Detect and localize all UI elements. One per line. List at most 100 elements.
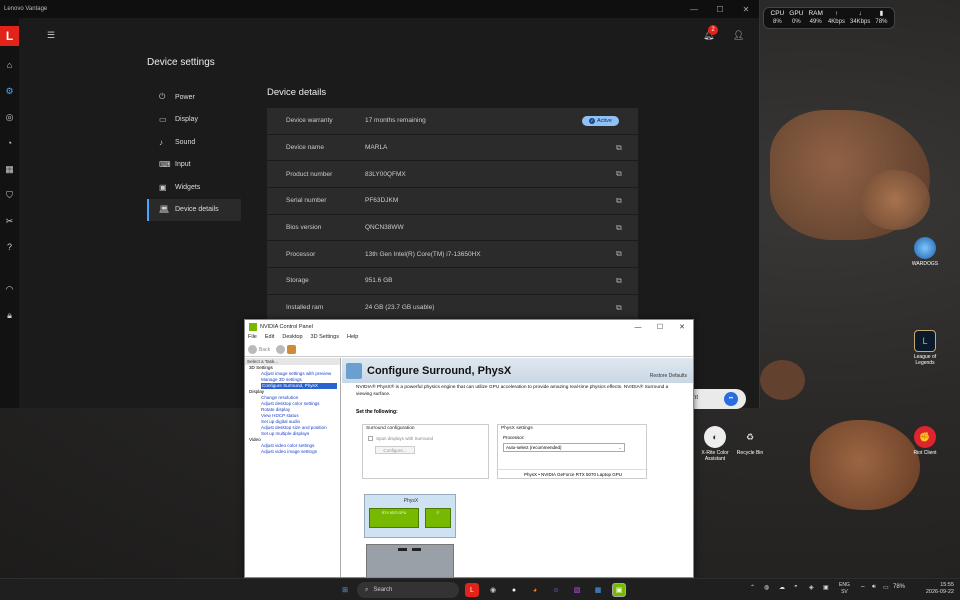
nvidia-taskbar-icon[interactable]: ▣ — [612, 583, 626, 597]
span-displays-checkbox[interactable]: Span displays with Surround — [368, 436, 433, 441]
battery-icon[interactable]: ▭ — [883, 584, 889, 591]
maximize-button[interactable]: ☐ — [649, 323, 671, 331]
security-shield-icon[interactable]: ⛉ — [0, 182, 19, 208]
widget-taskbar-icon[interactable]: ◉ — [486, 583, 500, 597]
detail-value: 24 GB (23.7 GB usable) — [365, 304, 435, 312]
cpu-chip: i7 — [425, 508, 451, 528]
home-icon[interactable] — [287, 345, 297, 354]
nav-item-label: Display — [175, 116, 198, 124]
widgets-icon: ▣ — [159, 182, 167, 192]
nav-item-label: Device details — [175, 206, 219, 214]
color-assistant-icon: ◐ — [704, 426, 726, 448]
desktop-icon-league[interactable]: L League of Legends — [905, 330, 945, 366]
nav-item-display[interactable]: ▭ Display — [147, 109, 241, 132]
app-taskbar-icon[interactable]: ▧ — [570, 583, 584, 597]
tray-icon[interactable]: ◓ — [794, 584, 798, 590]
gauge-icon[interactable]: ◠ — [0, 276, 19, 302]
lock-icon[interactable]: 🔒︎ — [0, 302, 19, 328]
wallpaper-landmass — [760, 360, 805, 400]
minimize-button[interactable]: — — [627, 324, 649, 331]
menu-help[interactable]: Help — [347, 334, 358, 343]
copy-icon[interactable]: ⧉ — [616, 169, 638, 179]
copy-icon[interactable]: ⧉ — [616, 276, 638, 286]
language-indicator[interactable]: ENG SV — [839, 582, 850, 596]
task-tree-header: Select a Task... — [245, 358, 340, 365]
search-icon: ⌕ — [365, 586, 369, 593]
wifi-icon[interactable]: ⌔ — [860, 584, 866, 592]
copy-icon[interactable]: ⧉ — [616, 223, 638, 233]
nav-item-power[interactable]: ⏻ Power — [147, 86, 241, 109]
github-taskbar-icon[interactable]: ● — [507, 583, 521, 597]
copy-icon[interactable]: ⧉ — [616, 249, 638, 259]
help-icon[interactable]: ? — [0, 234, 19, 260]
processor-select[interactable]: Auto-select (recommended) ⌄ — [503, 443, 625, 452]
menu-desktop[interactable]: Desktop — [282, 334, 302, 343]
taskbar-search[interactable]: ⌕ Search — [357, 582, 459, 598]
desktop-icon-wardogs[interactable]: WARDOGS — [905, 237, 945, 267]
tray-icon[interactable]: ▣ — [823, 584, 829, 591]
desktop-icon-riot[interactable]: ✊ Riot Client — [905, 426, 945, 456]
menu-file[interactable]: File — [248, 334, 257, 343]
copy-icon[interactable]: ⧉ — [616, 143, 638, 153]
detail-row: Installed ram 24 GB (23.7 GB usable) ⧉ — [267, 294, 638, 322]
forward-icon[interactable] — [276, 345, 286, 354]
maximize-button[interactable]: ☐ — [707, 5, 733, 14]
battery-value: 78% — [875, 19, 888, 25]
nav-item-widgets[interactable]: ▣ Widgets — [147, 176, 241, 199]
nav-item-sound[interactable]: ♪ Sound — [147, 131, 241, 154]
surround-physx-icon — [346, 362, 362, 379]
desktop-icon-recycle-bin[interactable]: ♻ Recycle Bin — [730, 426, 770, 457]
menu-3d-settings[interactable]: 3D Settings — [311, 334, 339, 343]
tray-icon[interactable]: ◈ — [809, 584, 814, 591]
menu-edit[interactable]: Edit — [265, 334, 274, 343]
restore-defaults-link[interactable]: Restore Defaults — [650, 373, 687, 379]
copy-icon[interactable]: ⧉ — [616, 196, 638, 206]
page-banner: Configure Surround, PhysX — [342, 358, 693, 383]
music-note-icon: ♪ — [159, 137, 163, 147]
active-status-badge: ✓ Active — [582, 115, 619, 126]
back-icon[interactable] — [248, 345, 257, 354]
firefox-taskbar-icon[interactable]: ◕ — [528, 583, 542, 597]
rewards-icon[interactable]: ◎ — [0, 104, 19, 130]
window-titlebar[interactable]: NVIDIA Control Panel — ☐ ✕ — [245, 320, 693, 334]
back-button-label[interactable]: Back — [259, 347, 270, 353]
performance-icon[interactable]: ◔ — [0, 130, 19, 156]
clock[interactable]: 15:55 2026-09-22 — [906, 582, 954, 596]
tools-icon[interactable]: ✂ — [0, 208, 19, 234]
battery-percent: 78% — [893, 584, 906, 590]
copy-icon[interactable]: ⧉ — [616, 303, 638, 313]
window-titlebar[interactable]: Lenovo Vantage — ☐ ✕ — [0, 0, 759, 18]
group-title: PhysX settings — [501, 426, 533, 431]
home-icon[interactable]: ⌂ — [0, 52, 19, 78]
tree-item[interactable]: Adjust video image settings — [245, 449, 340, 455]
chevron-up-icon[interactable]: ⌃ — [750, 584, 755, 591]
start-windows-icon[interactable]: ⊞ — [338, 583, 352, 597]
page-title: Device settings — [147, 57, 215, 68]
apps-grid-icon[interactable]: ▦ — [0, 156, 19, 182]
menu-bar: File Edit Desktop 3D Settings Help — [245, 334, 693, 343]
league-icon: L — [914, 330, 936, 352]
user-icon[interactable]: 👤︎ — [733, 30, 744, 41]
nvidia-control-panel-window: NVIDIA Control Panel — ☐ ✕ File Edit Des… — [244, 319, 694, 578]
nav-item-device-details[interactable]: 💻︎ Device details — [147, 198, 241, 221]
discord-taskbar-icon[interactable]: ☺ — [549, 583, 563, 597]
assistant-chat-bubble[interactable]: nt •• — [688, 389, 746, 409]
volume-icon[interactable]: 🔊︎ — [872, 584, 876, 591]
close-button[interactable]: ✕ — [733, 5, 759, 14]
steam-tray-icon[interactable]: ◍ — [764, 584, 769, 591]
desktop-icon-label: League of Legends — [913, 354, 937, 366]
tray-icon[interactable]: ☁ — [779, 584, 785, 591]
configure-button[interactable]: Configure... — [375, 446, 415, 454]
desktop-icon-xrite[interactable]: ◐ X-Rite Color Assistant — [695, 426, 735, 462]
lenovo-app-taskbar-icon[interactable]: ▦ — [591, 583, 605, 597]
nav-item-label: Sound — [175, 138, 196, 146]
close-button[interactable]: ✕ — [671, 323, 693, 331]
clock-time: 15:55 — [940, 582, 954, 588]
menu-collapse-icon[interactable]: ☰ — [47, 30, 55, 41]
minimize-button[interactable]: — — [681, 5, 707, 14]
nav-item-input[interactable]: ⌨ Input — [147, 154, 241, 177]
surround-configuration-group: Surround configuration Span displays wit… — [362, 424, 489, 479]
settings-icon[interactable]: ⚙ — [0, 78, 19, 104]
display-port-icon — [398, 548, 407, 551]
lenovo-vantage-taskbar-icon[interactable]: L — [465, 583, 479, 597]
